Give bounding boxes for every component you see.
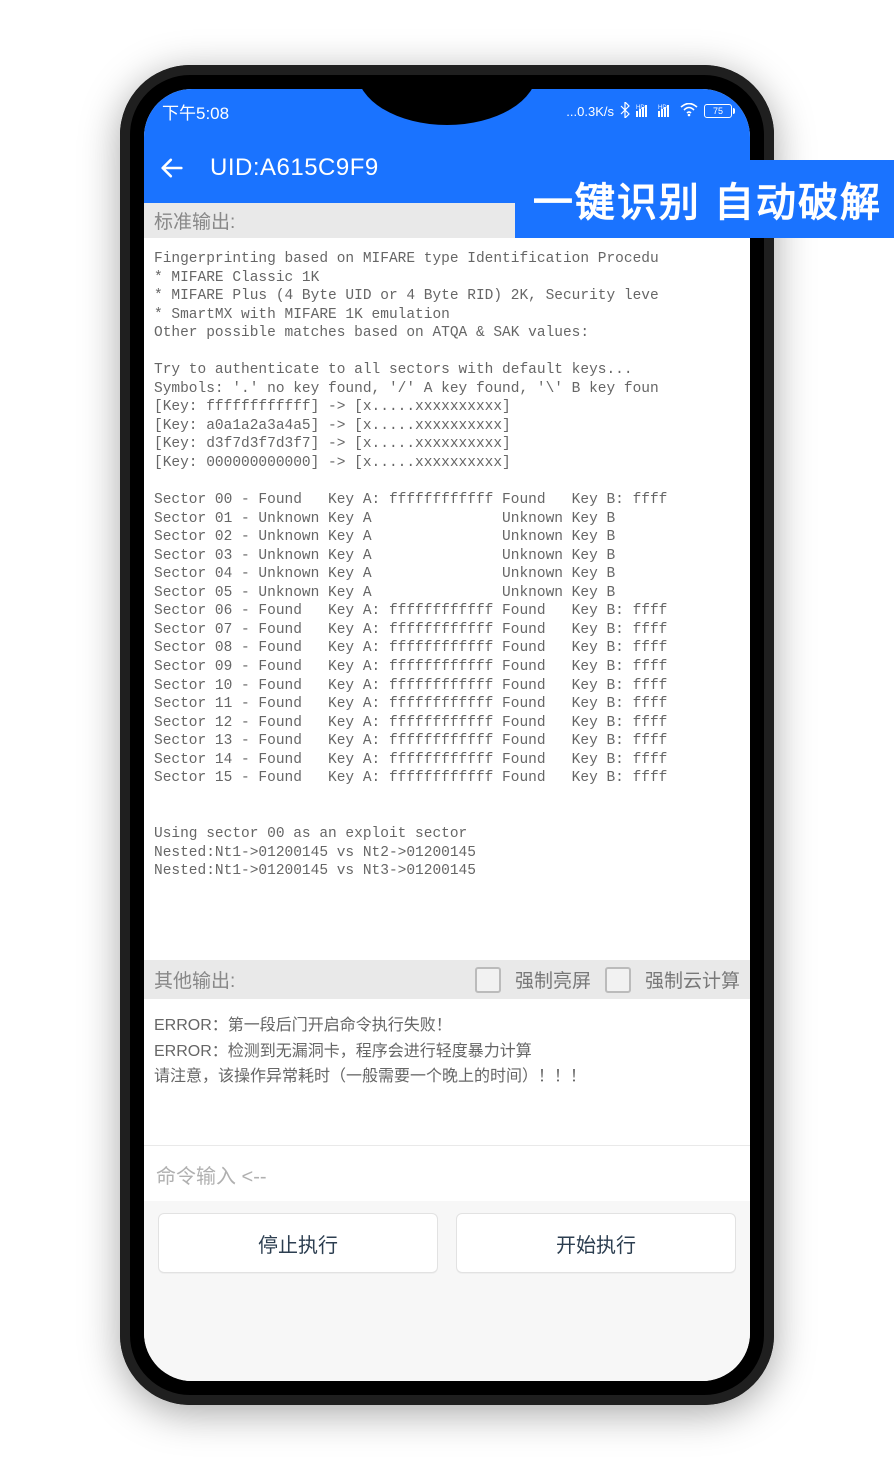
force-screen-on-checkbox[interactable] xyxy=(475,967,501,993)
page-title: UID:A615C9F9 xyxy=(210,154,379,182)
back-button[interactable] xyxy=(158,154,186,182)
overlay-banner: 一键识别 自动破解 xyxy=(515,160,894,238)
net-speed-label: ...0.3K/s xyxy=(566,104,614,119)
error-prefix: ERROR： xyxy=(154,1017,228,1034)
error-text: 检测到无漏洞卡，程序会进行轻度暴力计算 xyxy=(228,1043,532,1060)
signal-hd2-icon: HD xyxy=(658,103,674,120)
battery-icon: 75 xyxy=(704,104,732,118)
signal-hd1-icon: HD xyxy=(636,103,652,120)
status-time: 下午5:08 xyxy=(162,99,229,124)
error-output-pane[interactable]: ERROR：第一段后门开启命令执行失败！ ERROR：检测到无漏洞卡，程序会进行… xyxy=(144,999,750,1145)
start-button[interactable]: 开始执行 xyxy=(456,1213,736,1273)
phone-screen: 下午5:08 ...0.3K/s HD HD 75 xyxy=(144,89,750,1381)
force-cloud-checkbox[interactable] xyxy=(605,967,631,993)
std-output-pane[interactable]: Fingerprinting based on MIFARE type Iden… xyxy=(144,238,750,960)
command-input[interactable]: 命令输入 <-- xyxy=(144,1145,750,1201)
other-output-label: 其他输出: xyxy=(154,966,461,993)
phone-frame: 下午5:08 ...0.3K/s HD HD 75 xyxy=(120,65,774,1405)
error-text: 第一段后门开启命令执行失败！ xyxy=(228,1017,452,1034)
error-line: ERROR：检测到无漏洞卡，程序会进行轻度暴力计算 xyxy=(154,1039,740,1065)
error-prefix: ERROR： xyxy=(154,1043,228,1060)
force-cloud-label: 强制云计算 xyxy=(645,966,740,993)
action-button-row: 停止执行 开始执行 xyxy=(144,1201,750,1381)
stop-button[interactable]: 停止执行 xyxy=(158,1213,438,1273)
battery-level-label: 75 xyxy=(713,106,723,116)
wifi-icon xyxy=(680,103,698,120)
other-output-bar: 其他输出: 强制亮屏 强制云计算 xyxy=(144,960,750,999)
force-screen-on-label: 强制亮屏 xyxy=(515,966,591,993)
notice-line: 请注意，该操作异常耗时（一般需要一个晚上的时间）！！！ xyxy=(154,1064,740,1090)
error-line: ERROR：第一段后门开启命令执行失败！ xyxy=(154,1013,740,1039)
status-indicators: ...0.3K/s HD HD 75 xyxy=(566,102,732,121)
bluetooth-icon xyxy=(620,102,630,121)
